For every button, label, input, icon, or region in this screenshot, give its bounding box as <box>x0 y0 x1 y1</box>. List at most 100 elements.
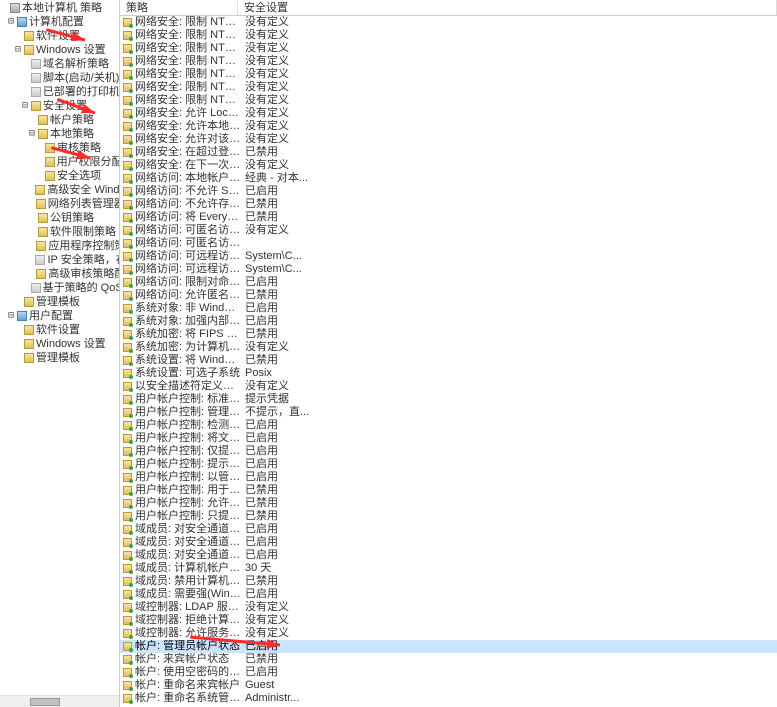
expand-toggle-icon[interactable]: ⊟ <box>14 43 22 57</box>
policy-row[interactable]: 以安全描述符定义语言(SDD...没有定义 <box>120 380 777 393</box>
folder-icon <box>45 157 55 167</box>
tree-item[interactable]: 用户权限分配 <box>0 155 119 169</box>
folder-icon <box>17 311 27 321</box>
policy-row[interactable]: 用户帐户控制: 以管理员批准...已启用 <box>120 471 777 484</box>
policy-row[interactable]: 网络访问: 将 Everyone 权限...已禁用 <box>120 211 777 224</box>
tree-item[interactable]: 软件设置 <box>0 29 119 43</box>
policy-row[interactable]: 网络访问: 本地帐户的共享和...经典 - 对本... <box>120 172 777 185</box>
policy-row[interactable]: 域成员: 禁用计算机帐户密码...已禁用 <box>120 575 777 588</box>
policy-row[interactable]: 网络安全: 限制 NTLM: 传入 ...没有定义 <box>120 16 777 29</box>
column-header-policy[interactable]: 策略 <box>120 0 238 15</box>
policy-row[interactable]: 系统对象: 加强内部系统对象...已启用 <box>120 315 777 328</box>
policy-row[interactable]: 帐户: 使用空密码的本地帐户...已启用 <box>120 666 777 679</box>
policy-row[interactable]: 帐户: 来宾帐户状态已禁用 <box>120 653 777 666</box>
policy-row[interactable]: 网络访问: 可匿名访问的命名... <box>120 237 777 250</box>
policy-name: 网络安全: 限制 NTLM: 审核... <box>135 55 241 68</box>
policy-row[interactable]: 网络安全: 限制 NTLM: 此域...没有定义 <box>120 29 777 42</box>
expand-toggle-icon[interactable]: ⊟ <box>7 15 15 29</box>
expand-toggle-icon[interactable]: ⊟ <box>21 99 29 113</box>
tree-item[interactable]: 已部署的打印机 <box>0 85 119 99</box>
policy-row[interactable]: 网络访问: 限制对命名管道和...已启用 <box>120 276 777 289</box>
folder-icon <box>36 199 46 209</box>
tree-item[interactable]: ⊟计算机配置 <box>0 15 119 29</box>
policy-row[interactable]: 网络安全: 限制 NTLM: 添加...没有定义 <box>120 81 777 94</box>
policy-row[interactable]: 域控制器: 拒绝计算机帐户密...没有定义 <box>120 614 777 627</box>
policy-row[interactable]: 网络访问: 允许匿名 SID/名...已禁用 <box>120 289 777 302</box>
policy-row[interactable]: 网络安全: 限制 NTLM: 到远...没有定义 <box>120 42 777 55</box>
main-panel: 策略 安全设置 网络安全: 限制 NTLM: 传入 ...没有定义网络安全: 限… <box>120 0 777 707</box>
policy-row[interactable]: 系统加密: 将 FIPS 兼容算法...已禁用 <box>120 328 777 341</box>
tree-item[interactable]: 管理模板 <box>0 351 119 365</box>
policy-row[interactable]: 用户帐户控制: 用于内置管理...已禁用 <box>120 484 777 497</box>
policy-row[interactable]: 系统设置: 将 Windows 可执...已禁用 <box>120 354 777 367</box>
tree-item[interactable]: 域名解析策略 <box>0 57 119 71</box>
tree-item[interactable]: 帐户策略 <box>0 113 119 127</box>
tree-item-label: 高级安全 Windows 防 <box>47 183 119 197</box>
policy-row[interactable]: 域成员: 需要强(Windows 20...已启用 <box>120 588 777 601</box>
policy-row[interactable]: 用户帐户控制: 允许 UIAcces...已禁用 <box>120 497 777 510</box>
policy-row[interactable]: 域控制器: LDAP 服务器签名...没有定义 <box>120 601 777 614</box>
expand-toggle-icon[interactable]: ⊟ <box>7 309 15 323</box>
policy-row[interactable]: 域成员: 对安全通道数据进行...已启用 <box>120 549 777 562</box>
tree-item[interactable]: 管理模板 <box>0 295 119 309</box>
policy-row[interactable]: 网络安全: 允许 LocalSystem...没有定义 <box>120 107 777 120</box>
tree-item[interactable]: ⊟Windows 设置 <box>0 43 119 57</box>
tree-item[interactable]: 基于策略的 QoS <box>0 281 119 295</box>
tree-horizontal-scrollbar[interactable] <box>0 695 119 707</box>
policy-icon <box>123 304 132 313</box>
policy-row[interactable]: 网络访问: 不允许 SAM 帐户...已启用 <box>120 185 777 198</box>
tree-item[interactable]: 软件设置 <box>0 323 119 337</box>
expand-toggle-icon[interactable]: ⊟ <box>28 127 36 141</box>
tree-item[interactable]: 脚本(启动/关机) <box>0 71 119 85</box>
tree-item[interactable]: Windows 设置 <box>0 337 119 351</box>
scrollbar-thumb[interactable] <box>30 698 60 706</box>
policy-row[interactable]: 域成员: 对安全通道数据进行...已启用 <box>120 523 777 536</box>
tree-item[interactable]: 高级安全 Windows 防 <box>0 183 119 197</box>
policy-row[interactable]: 域成员: 对安全通道数据进行...已启用 <box>120 536 777 549</box>
policy-row[interactable]: 系统设置: 可选子系统Posix <box>120 367 777 380</box>
policy-row[interactable]: 网络访问: 可远程访问的注册...System\C... <box>120 250 777 263</box>
tree-item[interactable]: ⊟本地策略 <box>0 127 119 141</box>
policy-row[interactable]: 网络安全: 允许本地系统将计...没有定义 <box>120 120 777 133</box>
policy-row[interactable]: 系统对象: 非 Windows 子系...已启用 <box>120 302 777 315</box>
policy-row[interactable]: 网络访问: 可远程访问的注册...System\C... <box>120 263 777 276</box>
policy-value: 没有定义 <box>241 341 777 354</box>
tree-item[interactable]: 网络列表管理器策略 <box>0 197 119 211</box>
tree-item[interactable]: IP 安全策略，在 本地 <box>0 253 119 267</box>
tree-item[interactable]: 安全选项 <box>0 169 119 183</box>
policy-row[interactable]: 网络安全: 限制 NTLM: 审核...没有定义 <box>120 55 777 68</box>
policy-row[interactable]: 用户帐户控制: 管理员批准模...不提示，直... <box>120 406 777 419</box>
policy-row[interactable]: 网络安全: 允许对该计算机的 ...没有定义 <box>120 133 777 146</box>
policy-row[interactable]: 用户帐户控制: 只提升签名并...已禁用 <box>120 510 777 523</box>
policy-row[interactable]: 网络安全: 在超过登录时间后...已禁用 <box>120 146 777 159</box>
policy-row[interactable]: 用户帐户控制: 标准用户的提...提示凭据 <box>120 393 777 406</box>
tree-item-label: 用户权限分配 <box>57 155 119 169</box>
policy-row[interactable]: 用户帐户控制: 提示提升时切...已启用 <box>120 458 777 471</box>
policy-row[interactable]: 网络安全: 限制 NTLM: 为 N...没有定义 <box>120 94 777 107</box>
column-header-setting[interactable]: 安全设置 <box>238 0 777 15</box>
policy-row[interactable]: 用户帐户控制: 仅提升安装在...已启用 <box>120 445 777 458</box>
tree-item[interactable]: 审核策略 <box>0 141 119 155</box>
policy-row[interactable]: 网络访问: 不允许存储网络身...已禁用 <box>120 198 777 211</box>
tree-item[interactable]: 高级审核策略配置 <box>0 267 119 281</box>
policy-row[interactable]: 网络安全: 限制 NTLM: 审核...没有定义 <box>120 68 777 81</box>
policy-row[interactable]: 帐户: 重命名系统管理员帐户Administr... <box>120 692 777 705</box>
tree-item[interactable]: ⊟用户配置 <box>0 309 119 323</box>
policy-row[interactable]: 网络访问: 可匿名访问的共享没有定义 <box>120 224 777 237</box>
policy-row[interactable]: 用户帐户控制: 检测应用程序...已启用 <box>120 419 777 432</box>
tree-item[interactable]: 软件限制策略 <box>0 225 119 239</box>
policy-row[interactable]: 网络安全: 在下一次更改密码...没有定义 <box>120 159 777 172</box>
policy-value: 已启用 <box>241 302 777 315</box>
policy-row[interactable]: 帐户: 管理员帐户状态已启用 <box>120 640 777 653</box>
policy-row[interactable]: 用户帐户控制: 将文件和注册...已启用 <box>120 432 777 445</box>
policy-row[interactable]: 帐户: 重命名来宾帐户Guest <box>120 679 777 692</box>
policy-row[interactable]: 系统加密: 为计算机上存储的...没有定义 <box>120 341 777 354</box>
policy-row[interactable]: 域成员: 计算机帐户密码最长...30 天 <box>120 562 777 575</box>
folder-icon <box>35 185 45 195</box>
tree-item[interactable]: 本地计算机 策略 <box>0 1 119 15</box>
tree-item[interactable]: 公钥策略 <box>0 211 119 225</box>
tree-item[interactable]: ⊟安全设置 <box>0 99 119 113</box>
policy-row[interactable]: 域控制器: 允许服务器操作者...没有定义 <box>120 627 777 640</box>
tree-item-label: 公钥策略 <box>50 211 94 225</box>
tree-item[interactable]: 应用程序控制策略 <box>0 239 119 253</box>
